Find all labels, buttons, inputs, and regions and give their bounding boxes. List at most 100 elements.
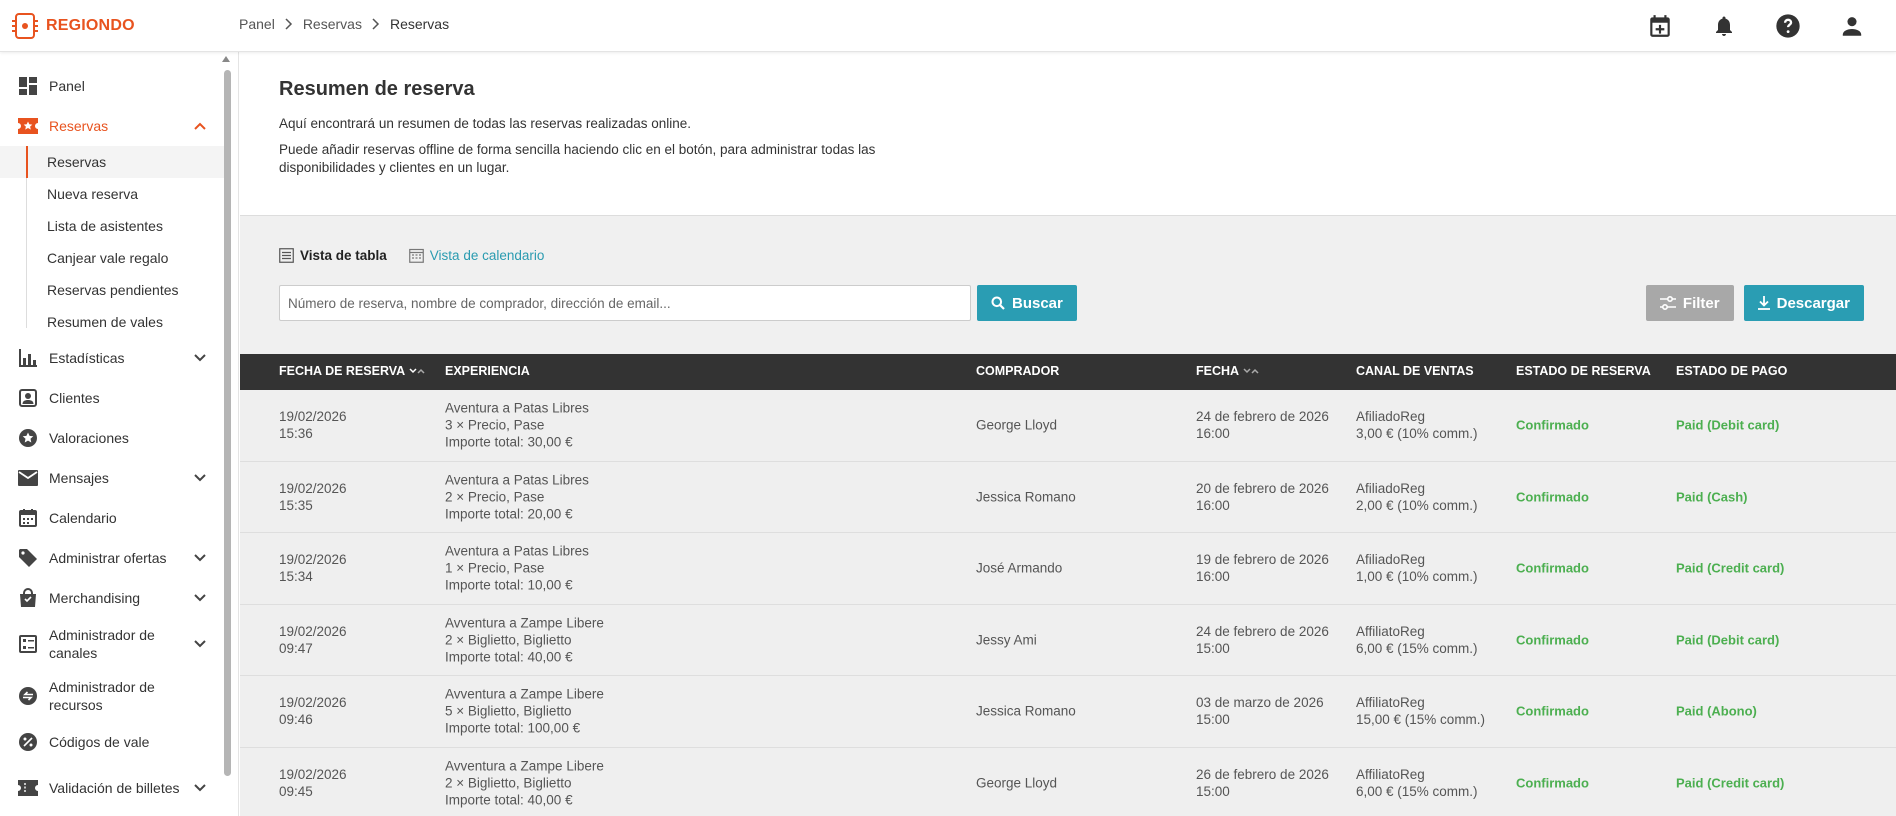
experience-title[interactable]: Avventura a Zampe Libere xyxy=(445,614,604,631)
scroll-up-arrow-icon[interactable] xyxy=(222,56,230,62)
bell-icon[interactable] xyxy=(1708,10,1740,42)
cell-buyer: Jessica Romano xyxy=(976,703,1076,719)
sidebar-item-label: Administrador de recursos xyxy=(49,679,155,713)
channel-name: AffiliatoReg xyxy=(1356,623,1425,639)
filter-button[interactable]: Filter xyxy=(1645,285,1734,321)
breadcrumb-panel[interactable]: Panel xyxy=(239,16,275,32)
search-input[interactable] xyxy=(279,285,971,321)
chevron-down-icon xyxy=(193,637,207,651)
table-row[interactable]: 19/02/2026 09:46 Avventura a Zampe Libere 5… xyxy=(240,676,1896,748)
scrollbar-thumb[interactable] xyxy=(224,70,231,776)
help-icon[interactable] xyxy=(1772,10,1804,42)
column-header-date[interactable]: FECHA xyxy=(1196,364,1259,378)
sidebar-item-calendario[interactable]: Calendario xyxy=(0,498,225,538)
download-button[interactable]: Descargar xyxy=(1743,285,1864,321)
search-button-label: Buscar xyxy=(1012,294,1063,312)
sidebar-subitem-reservas[interactable]: Reservas xyxy=(0,146,225,178)
cell-booking-date: 19/02/2026 15:34 xyxy=(279,551,347,585)
sidebar-item-mensajes[interactable]: Mensajes xyxy=(0,458,225,498)
sidebar-item-label: Panel xyxy=(49,78,85,94)
download-icon xyxy=(1757,296,1770,310)
chevron-up-icon xyxy=(193,119,207,133)
sidebar-item-administrar-ofertas[interactable]: Administrar ofertas xyxy=(0,538,225,578)
search-button[interactable]: Buscar xyxy=(977,285,1077,321)
booking-status-badge: Confirmado xyxy=(1516,489,1589,505)
shopping-bag-icon xyxy=(18,588,38,608)
booking-status-badge: Confirmado xyxy=(1516,775,1589,791)
cell-booking-date: 19/02/2026 15:35 xyxy=(279,480,347,514)
sidebar-item-estadisticas[interactable]: Estadísticas xyxy=(0,338,225,378)
cell-date: 19 de febrero de 2026 16:00 xyxy=(1196,551,1329,585)
table-row[interactable]: 19/02/2026 09:45 Avventura a Zampe Libere 2… xyxy=(240,747,1896,816)
booking-time: 15:35 xyxy=(279,497,313,513)
sidebar-item-panel[interactable]: Panel xyxy=(0,66,225,106)
sidebar-subitem-resumen-vales[interactable]: Resumen de vales xyxy=(0,306,225,338)
chevron-down-icon xyxy=(193,471,207,485)
cell-date: 24 de febrero de 2026 15:00 xyxy=(1196,623,1329,657)
experience-title[interactable]: Avventura a Zampe Libere xyxy=(445,757,604,774)
channel-commission: 6,00 € (15% comm.) xyxy=(1356,783,1478,799)
sidebar-item-label: Administrador de canales xyxy=(49,627,155,661)
sidebar-item-clientes[interactable]: Clientes xyxy=(0,378,225,418)
table-row[interactable]: 19/02/2026 09:47 Avventura a Zampe Libere 2… xyxy=(240,604,1896,676)
cell-booking-date: 19/02/2026 09:47 xyxy=(279,623,347,657)
event-date: 20 de febrero de 2026 xyxy=(1196,480,1329,496)
channel-commission: 1,00 € (10% comm.) xyxy=(1356,569,1478,585)
column-header-booking-date[interactable]: FECHA DE RESERVA xyxy=(279,364,425,378)
logo[interactable]: REGIONDO xyxy=(10,11,135,41)
booking-time: 15:36 xyxy=(279,426,313,442)
event-date: 24 de febrero de 2026 xyxy=(1196,623,1329,639)
table-row[interactable]: 19/02/2026 15:34 Aventura a Patas Libres 1 … xyxy=(240,533,1896,605)
channel-commission: 6,00 € (15% comm.) xyxy=(1356,640,1478,656)
chevron-down-icon xyxy=(193,551,207,565)
experience-total: Importe total: 10,00 € xyxy=(445,577,573,593)
sidebar-item-administrador-recursos[interactable]: Administrador de recursos xyxy=(0,670,225,722)
table-row[interactable]: 19/02/2026 15:36 Aventura a Patas Libres 3 … xyxy=(240,390,1896,462)
tab-table-view[interactable]: Vista de tabla xyxy=(279,248,387,263)
sidebar-item-label: Validación de billetes xyxy=(49,780,180,796)
sidebar-item-label: Valoraciones xyxy=(49,430,129,446)
experience-detail: 3 × Precio, Pase xyxy=(445,417,545,433)
sidebar-item-validacion-billetes[interactable]: Validación de billetes xyxy=(0,762,225,814)
event-time: 15:00 xyxy=(1196,783,1230,799)
experience-total: Importe total: 20,00 € xyxy=(445,506,573,522)
table-header: FECHA DE RESERVA EXPERIENCIA COMPRADOR F… xyxy=(240,354,1896,390)
tab-table-view-label: Vista de tabla xyxy=(300,248,387,263)
table-row[interactable]: 19/02/2026 15:35 Aventura a Patas Libres 2 … xyxy=(240,461,1896,533)
sidebar-item-valoraciones[interactable]: Valoraciones xyxy=(0,418,225,458)
user-icon[interactable] xyxy=(1836,10,1868,42)
sidebar-item-merchandising[interactable]: Merchandising xyxy=(0,578,225,618)
calendar-add-icon[interactable] xyxy=(1644,10,1676,42)
experience-title[interactable]: Aventura a Patas Libres xyxy=(445,543,589,560)
tab-calendar-view[interactable]: Vista de calendario xyxy=(408,248,544,263)
intro-section: Resumen de reserva Aquí encontrará un re… xyxy=(240,52,1896,216)
sidebar-scrollbar[interactable] xyxy=(222,52,235,816)
sidebar-item-codigos-vale[interactable]: Códigos de vale xyxy=(0,722,225,762)
event-date: 24 de febrero de 2026 xyxy=(1196,409,1329,425)
breadcrumb-reservas[interactable]: Reservas xyxy=(303,16,362,32)
sidebar-subitem-canjear-vale[interactable]: Canjear vale regalo xyxy=(0,242,225,274)
experience-title[interactable]: Aventura a Patas Libres xyxy=(445,471,589,488)
channel-name: AfiliadoReg xyxy=(1356,409,1426,425)
event-time: 16:00 xyxy=(1196,569,1230,585)
sidebar-subitem-lista-asistentes[interactable]: Lista de asistentes xyxy=(0,210,225,242)
cell-buyer: José Armando xyxy=(976,560,1063,576)
cell-booking-date: 19/02/2026 09:45 xyxy=(279,766,347,800)
sidebar-subitem-reservas-pendientes[interactable]: Reservas pendientes xyxy=(0,274,225,306)
breadcrumb: Panel Reservas Reservas xyxy=(239,16,449,32)
channel-name: AffiliatoReg xyxy=(1356,766,1425,782)
page-title: Resumen de reserva xyxy=(279,78,475,100)
sidebar-item-label: Reservas xyxy=(49,118,109,134)
brand-name: REGIONDO xyxy=(46,17,135,34)
experience-title[interactable]: Avventura a Zampe Libere xyxy=(445,686,604,703)
sidebar-subitem-nueva-reserva[interactable]: Nueva reserva xyxy=(0,178,225,210)
experience-title[interactable]: Aventura a Patas Libres xyxy=(445,400,589,417)
booking-time: 09:47 xyxy=(279,640,313,656)
column-header-booking-status: ESTADO DE RESERVA xyxy=(1516,364,1651,378)
sidebar-item-reservas[interactable]: Reservas xyxy=(0,106,225,146)
payment-status-badge: Paid (Credit card) xyxy=(1676,775,1785,791)
bar-chart-icon xyxy=(18,348,38,368)
sidebar-item-administrador-canales[interactable]: Administrador de canales xyxy=(0,618,225,670)
sort-icon xyxy=(1243,368,1259,374)
column-header-label: FECHA DE RESERVA xyxy=(279,364,406,378)
